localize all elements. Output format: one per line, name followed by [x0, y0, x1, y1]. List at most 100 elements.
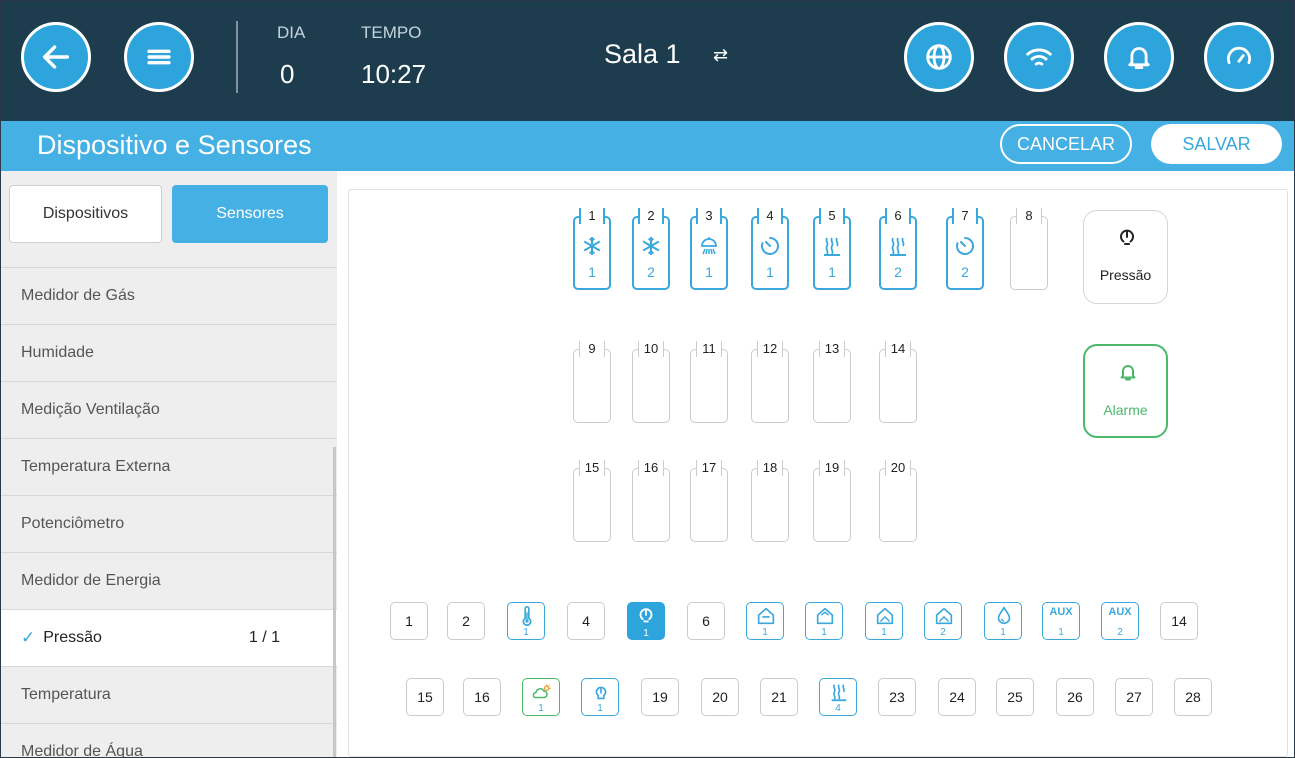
input-cell[interactable]: 21	[760, 678, 798, 716]
slot-index: 2	[961, 264, 969, 280]
hamburger-menu-icon	[147, 49, 171, 65]
slot-number: 2	[638, 208, 664, 224]
relay-slot[interactable]: 13	[813, 341, 851, 423]
relay-slot[interactable]: 17	[690, 460, 728, 542]
slot-number: 3	[696, 208, 722, 224]
relay-slot[interactable]: 41	[751, 208, 789, 290]
relay-slot[interactable]: 15	[573, 460, 611, 542]
room-selector[interactable]: Sala 1	[604, 39, 681, 70]
relay-slot[interactable]: 16	[632, 460, 670, 542]
input-cell[interactable]: 23	[878, 678, 916, 716]
input-cell[interactable]: 20	[701, 678, 739, 716]
input-cell[interactable]: 16	[463, 678, 501, 716]
input-cell[interactable]: AUX 2	[1101, 602, 1139, 640]
input-cell[interactable]: 15	[406, 678, 444, 716]
relay-slot[interactable]: 12	[751, 341, 789, 423]
input-cell[interactable]: 2	[924, 602, 962, 640]
input-cell[interactable]: 4	[819, 678, 857, 716]
input-number: 15	[417, 689, 433, 705]
input-number: 1	[405, 613, 413, 629]
input-cell[interactable]: 26	[1056, 678, 1094, 716]
input-cell[interactable]: 19	[641, 678, 679, 716]
arrow-left-icon	[42, 45, 70, 69]
input-cell[interactable]: 4	[567, 602, 605, 640]
slot-number: 15	[579, 460, 605, 476]
relay-slot[interactable]: 31	[690, 208, 728, 290]
input-index: 1	[523, 627, 529, 638]
slot-body	[813, 349, 851, 423]
slot-index: 1	[828, 264, 836, 280]
relay-slot[interactable]: 20	[879, 460, 917, 542]
relay-slot[interactable]: 22	[632, 208, 670, 290]
sensor-list-item[interactable]: Temperatura	[1, 666, 337, 723]
sidebar-scrollbar[interactable]	[333, 447, 336, 757]
heater-icon	[831, 684, 847, 702]
input-cell[interactable]: 1	[522, 678, 560, 716]
alarm-button[interactable]	[1104, 22, 1174, 92]
relay-slot[interactable]: 62	[879, 208, 917, 290]
sensor-list-item[interactable]: Medidor de Água	[1, 723, 337, 758]
sensor-list-item[interactable]: Medidor de Energia	[1, 552, 337, 609]
input-cell[interactable]: 25	[996, 678, 1034, 716]
input-cell[interactable]: 1	[984, 602, 1022, 640]
slot-number: 17	[696, 460, 722, 476]
input-index: 1	[762, 627, 768, 638]
input-cell[interactable]: 14	[1160, 602, 1198, 640]
relay-slot[interactable]: 9	[573, 341, 611, 423]
sensor-list-item[interactable]: Temperatura Externa	[1, 438, 337, 495]
input-cell[interactable]: AUX 1	[1042, 602, 1080, 640]
slot-number: 4	[757, 208, 783, 224]
relay-slot[interactable]: 19	[813, 460, 851, 542]
sensor-list-item[interactable]: Medidor de Gás	[1, 267, 337, 324]
relay-slot[interactable]: 11	[690, 341, 728, 423]
dashboard-button[interactable]	[1204, 22, 1274, 92]
input-index: 1	[881, 627, 887, 638]
sensor-list-item[interactable]: ✓ Pressão 1 / 1	[1, 609, 337, 666]
swap-arrows-icon[interactable]: ⇄	[713, 45, 728, 66]
tab-sensors[interactable]: Sensores	[172, 185, 328, 243]
network-button[interactable]	[1004, 22, 1074, 92]
input-index: 1	[597, 703, 603, 714]
pressure-gauge-icon	[1120, 229, 1134, 245]
slot-number: 5	[819, 208, 845, 224]
relay-slot[interactable]: 10	[632, 341, 670, 423]
input-index: 1	[1000, 627, 1006, 638]
shower-icon	[701, 237, 717, 255]
slot-body	[751, 468, 789, 542]
sensor-list-label: Medidor de Água	[21, 743, 143, 758]
input-cell[interactable]: 1	[627, 602, 665, 640]
tab-devices[interactable]: Dispositivos	[9, 185, 162, 243]
input-cell[interactable]: 1	[746, 602, 784, 640]
aux-label: AUX	[1108, 606, 1132, 618]
relay-slot[interactable]: 8	[1010, 208, 1048, 290]
save-button[interactable]: SALVAR	[1151, 124, 1282, 164]
cancel-button[interactable]: CANCELAR	[1000, 124, 1132, 164]
input-cell[interactable]: 28	[1174, 678, 1212, 716]
relay-slot[interactable]: 18	[751, 460, 789, 542]
input-cell[interactable]: 1	[507, 602, 545, 640]
slot-body	[879, 349, 917, 423]
input-cell[interactable]: 2	[447, 602, 485, 640]
slot-number: 18	[757, 460, 783, 476]
input-cell[interactable]: 1	[581, 678, 619, 716]
relay-slot[interactable]: 72	[946, 208, 984, 290]
sensor-list-item[interactable]: Potenciômetro	[1, 495, 337, 552]
pressure-sensor-box[interactable]: Pressão	[1083, 210, 1168, 304]
input-index: 2	[1117, 627, 1123, 638]
language-button[interactable]	[904, 22, 974, 92]
back-button[interactable]	[21, 22, 91, 92]
relay-slot[interactable]: 51	[813, 208, 851, 290]
input-cell[interactable]: 24	[938, 678, 976, 716]
sensor-list-item[interactable]: Medição Ventilação	[1, 381, 337, 438]
input-cell[interactable]: 27	[1115, 678, 1153, 716]
slot-body	[751, 349, 789, 423]
menu-button[interactable]	[124, 22, 194, 92]
input-cell[interactable]: 1	[865, 602, 903, 640]
input-cell[interactable]: 1	[390, 602, 428, 640]
relay-slot[interactable]: 14	[879, 341, 917, 423]
input-cell[interactable]: 6	[687, 602, 725, 640]
relay-slot[interactable]: 11	[573, 208, 611, 290]
input-cell[interactable]: 1	[805, 602, 843, 640]
sensor-list-item[interactable]: Humidade	[1, 324, 337, 381]
alarm-box[interactable]: Alarme	[1083, 344, 1168, 438]
